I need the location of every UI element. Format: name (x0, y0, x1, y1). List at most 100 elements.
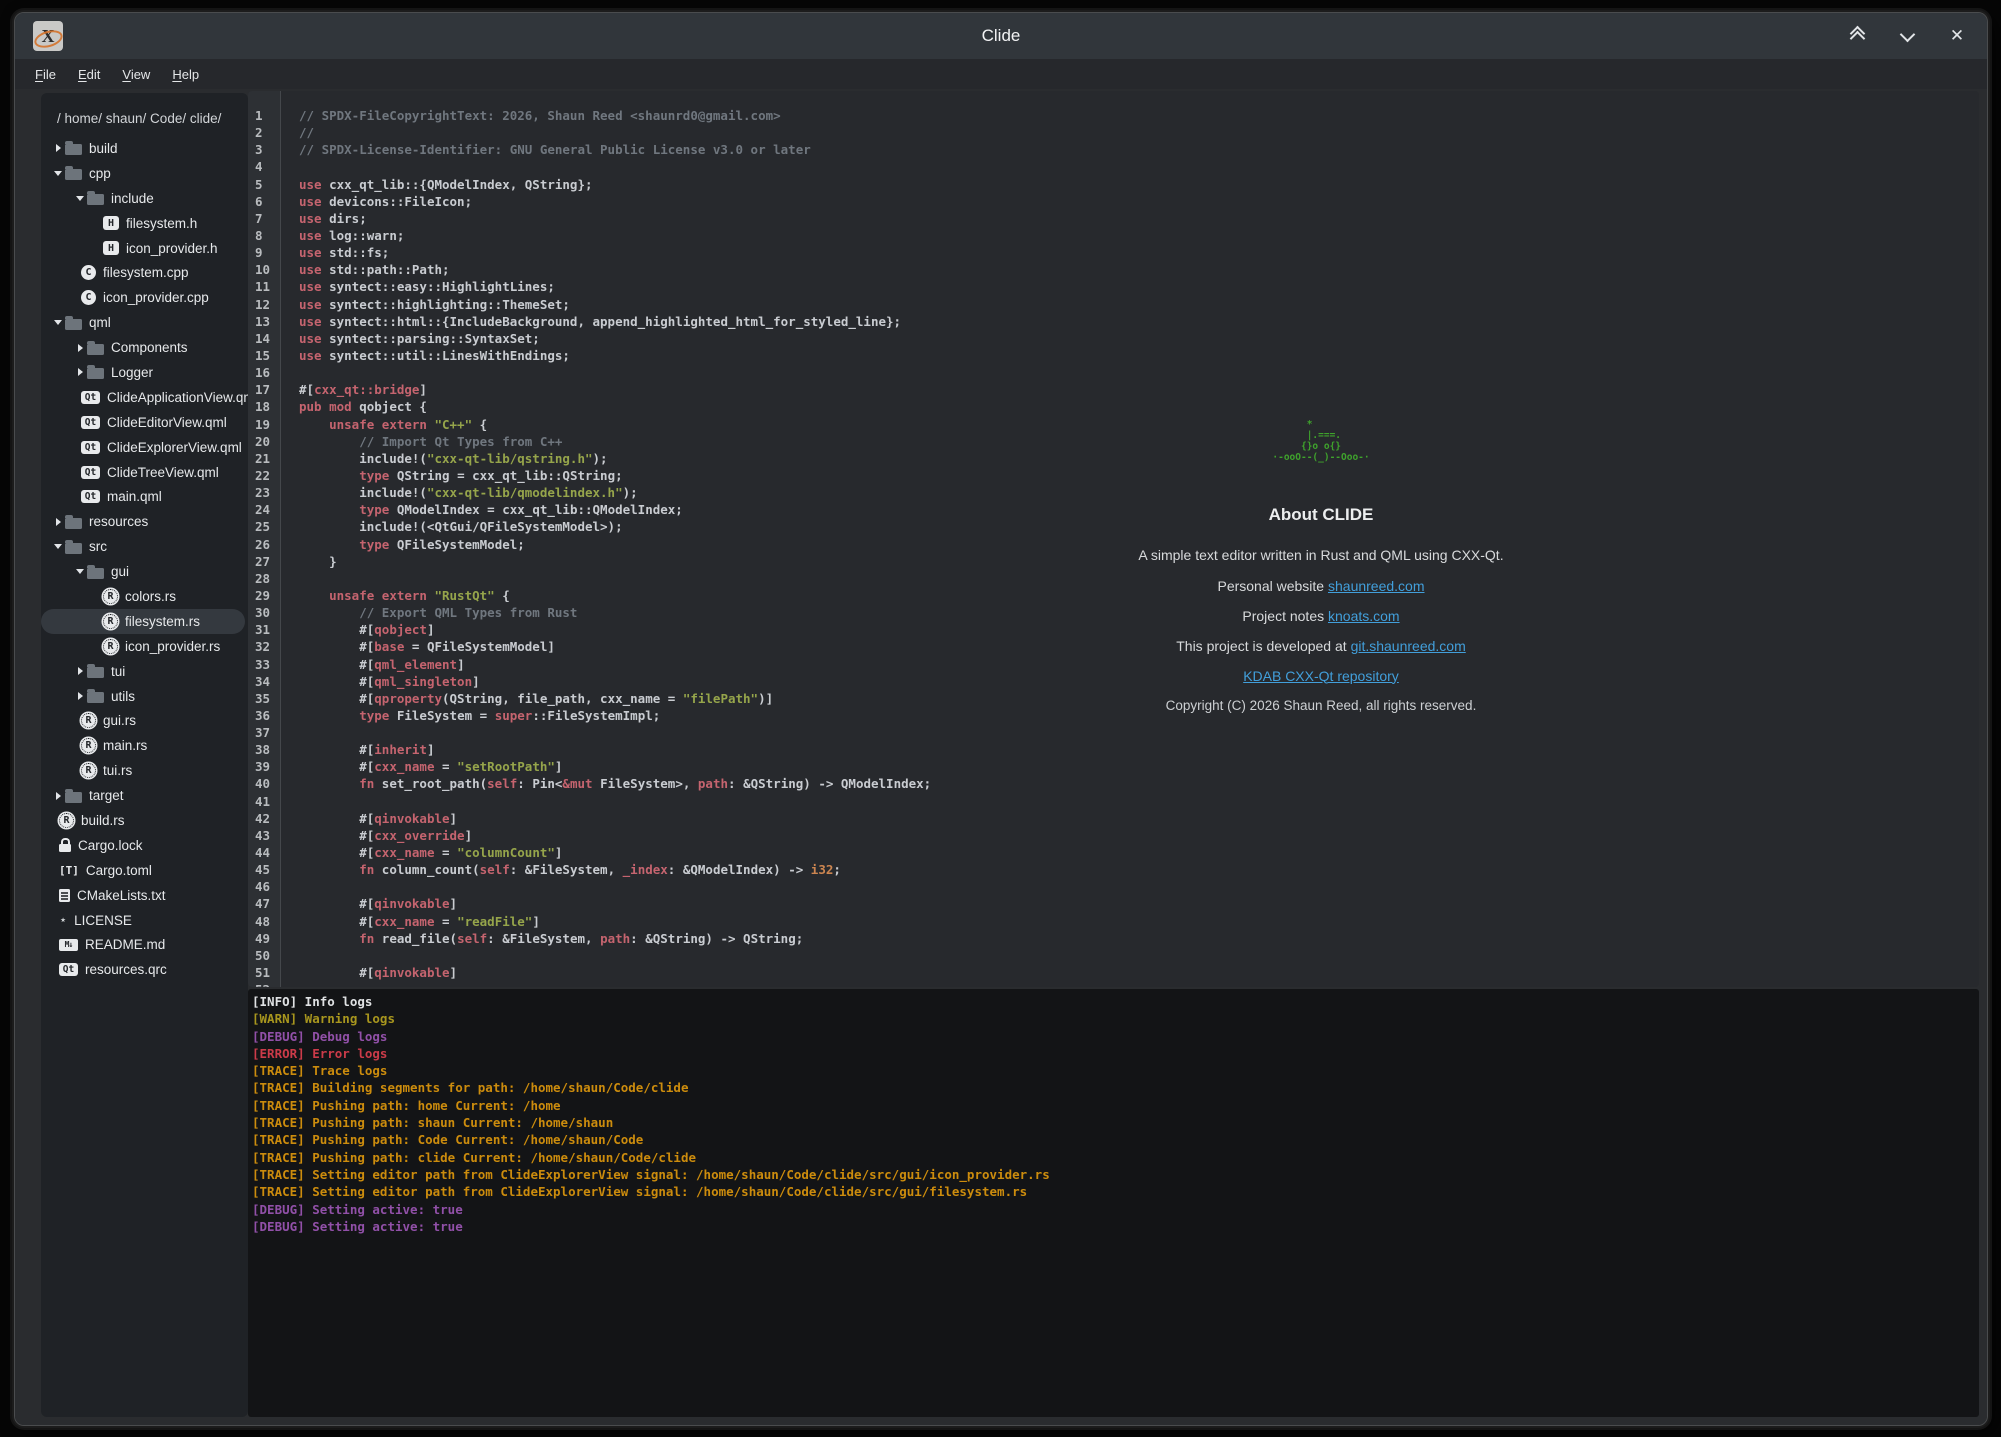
tree-item-Cargo.lock[interactable]: Cargo.lock (41, 833, 248, 858)
chevron-down-icon[interactable] (51, 544, 65, 549)
menu-view[interactable]: View (112, 64, 160, 85)
tree-item-filesystem.rs[interactable]: Rfilesystem.rs (41, 609, 245, 634)
line-number: 21 (248, 450, 280, 467)
link-kdab-cxx-qt-repository[interactable]: KDAB CXX-Qt repository (1243, 668, 1399, 684)
qt-file-icon: Qt (59, 963, 78, 976)
line-number: 31 (248, 621, 280, 638)
code-line: use syntect::parsing::SyntaxSet; (299, 330, 1979, 347)
about-row: Personal website shaunreed.com (1066, 578, 1576, 594)
tree-item-cpp[interactable]: cpp (41, 161, 248, 186)
line-number: 9 (248, 244, 280, 261)
log-line-debug: [DEBUG] Setting active: true (252, 1218, 1979, 1235)
tree-item-label: resources (89, 514, 148, 529)
chevron-right-icon[interactable] (73, 344, 87, 352)
line-number: 45 (248, 861, 280, 878)
menu-file[interactable]: File (25, 64, 66, 85)
chevron-down-icon[interactable] (73, 196, 87, 201)
ascii-owl-art: * |.===. {}o o{} ·-ooO--(_)--Ooo-· (1272, 419, 1369, 463)
link-shaunreed-com[interactable]: shaunreed.com (1328, 578, 1425, 594)
tree-item-ClideEditorView.qml[interactable]: QtClideEditorView.qml (41, 410, 248, 435)
folder-icon (87, 344, 104, 355)
line-number: 28 (248, 570, 280, 587)
tree-item-include[interactable]: include (41, 186, 248, 211)
tree-item-tui.rs[interactable]: Rtui.rs (41, 758, 248, 783)
tree-item-resources[interactable]: resources (41, 509, 248, 534)
tree-item-label: src (89, 539, 107, 554)
tree-item-gui.rs[interactable]: Rgui.rs (41, 708, 248, 733)
line-number: 15 (248, 347, 280, 364)
tree-item-qml[interactable]: qml (41, 310, 248, 335)
shade-button[interactable] (1845, 24, 1869, 48)
tree-item-README.md[interactable]: M↓README.md (41, 933, 248, 958)
log-line-trace: [TRACE] Building segments for path: /hom… (252, 1079, 1979, 1096)
tree-item-ClideExplorerView.qml[interactable]: QtClideExplorerView.qml (41, 435, 248, 460)
code-line: #[cxx_override] (299, 827, 1979, 844)
chevron-down-icon[interactable] (51, 171, 65, 176)
tree-item-icon_provider.cpp[interactable]: Cicon_provider.cpp (41, 285, 248, 310)
link-knoats-com[interactable]: knoats.com (1328, 608, 1400, 624)
tree-item-label: tui (111, 664, 125, 679)
tree-item-filesystem.cpp[interactable]: Cfilesystem.cpp (41, 260, 248, 285)
tree-item-utils[interactable]: utils (41, 684, 248, 709)
about-row-text: This project is developed at (1176, 638, 1350, 654)
title-bar[interactable]: X Clide ✕ (15, 13, 1987, 59)
line-number: 38 (248, 741, 280, 758)
rust-file-icon: R (81, 713, 96, 728)
chevron-right-icon[interactable] (51, 792, 65, 800)
tree-item-label: resources.qrc (85, 962, 167, 977)
chevron-right-icon[interactable] (73, 667, 87, 675)
link-git-shaunreed-com[interactable]: git.shaunreed.com (1351, 638, 1466, 654)
tree-item-icon_provider.h[interactable]: Hicon_provider.h (41, 236, 248, 261)
tree-item-Components[interactable]: Components (41, 335, 248, 360)
chevron-right-icon[interactable] (51, 144, 65, 152)
tree-item-build[interactable]: build (41, 136, 248, 161)
tree-item-Logger[interactable]: Logger (41, 360, 248, 385)
line-number: 20 (248, 433, 280, 450)
folder-icon (65, 518, 82, 529)
tree-item-main.qml[interactable]: Qtmain.qml (41, 484, 248, 509)
editor-pane[interactable]: 1234567891011121314151617181920212223242… (248, 91, 1979, 987)
chevron-right-icon[interactable] (51, 518, 65, 526)
tree-item-filesystem.h[interactable]: Hfilesystem.h (41, 211, 248, 236)
tree-item-gui[interactable]: gui (41, 559, 248, 584)
tree-item-LICENSE[interactable]: ⋆LICENSE (41, 908, 248, 933)
code-line: #[cxx_name = "readFile"] (299, 913, 1979, 930)
tree-item-main.rs[interactable]: Rmain.rs (41, 733, 248, 758)
tree-item-ClideApplicationView.qml[interactable]: QtClideApplicationView.qml (41, 385, 248, 410)
tree-item-target[interactable]: target (41, 783, 248, 808)
chevron-down-icon[interactable] (51, 320, 65, 325)
rust-file-icon: R (103, 639, 118, 654)
rust-file-icon: R (81, 763, 96, 778)
menu-help[interactable]: Help (162, 64, 209, 85)
line-number: 36 (248, 707, 280, 724)
line-number: 41 (248, 793, 280, 810)
menu-edit[interactable]: Edit (68, 64, 110, 85)
tree-item-src[interactable]: src (41, 534, 248, 559)
code-line: #[cxx_name = "setRootPath"] (299, 758, 1979, 775)
folder-icon (65, 543, 82, 554)
line-number: 2 (248, 124, 280, 141)
file-tree: buildcppincludeHfilesystem.hHicon_provid… (41, 136, 248, 982)
tree-item-resources.qrc[interactable]: Qt resources.qrc (41, 957, 248, 982)
line-number: 13 (248, 313, 280, 330)
minimize-button[interactable] (1895, 24, 1919, 48)
line-number-gutter: 1234567891011121314151617181920212223242… (248, 91, 280, 987)
code-line: use dirs; (299, 210, 1979, 227)
line-number: 30 (248, 604, 280, 621)
chevron-right-icon[interactable] (73, 368, 87, 376)
chevron-right-icon[interactable] (73, 692, 87, 700)
menu-bar: FileEditViewHelp (15, 59, 1987, 89)
tree-item-icon_provider.rs[interactable]: Ricon_provider.rs (41, 634, 248, 659)
line-number: 22 (248, 467, 280, 484)
tree-item-colors.rs[interactable]: Rcolors.rs (41, 584, 248, 609)
tree-item-ClideTreeView.qml[interactable]: QtClideTreeView.qml (41, 460, 248, 485)
tree-item-Cargo.toml[interactable]: [T]Cargo.toml (41, 858, 248, 883)
tree-item-CMakeLists.txt[interactable]: CMakeLists.txt (41, 883, 248, 908)
code-line: #[inherit] (299, 741, 1979, 758)
tree-item-build.rs[interactable]: Rbuild.rs (41, 808, 248, 833)
tree-item-tui[interactable]: tui (41, 659, 248, 684)
log-console[interactable]: [INFO] Info logs[WARN] Warning logs[DEBU… (248, 989, 1979, 1417)
line-number: 47 (248, 895, 280, 912)
close-button[interactable]: ✕ (1945, 24, 1969, 48)
chevron-down-icon[interactable] (73, 569, 87, 574)
